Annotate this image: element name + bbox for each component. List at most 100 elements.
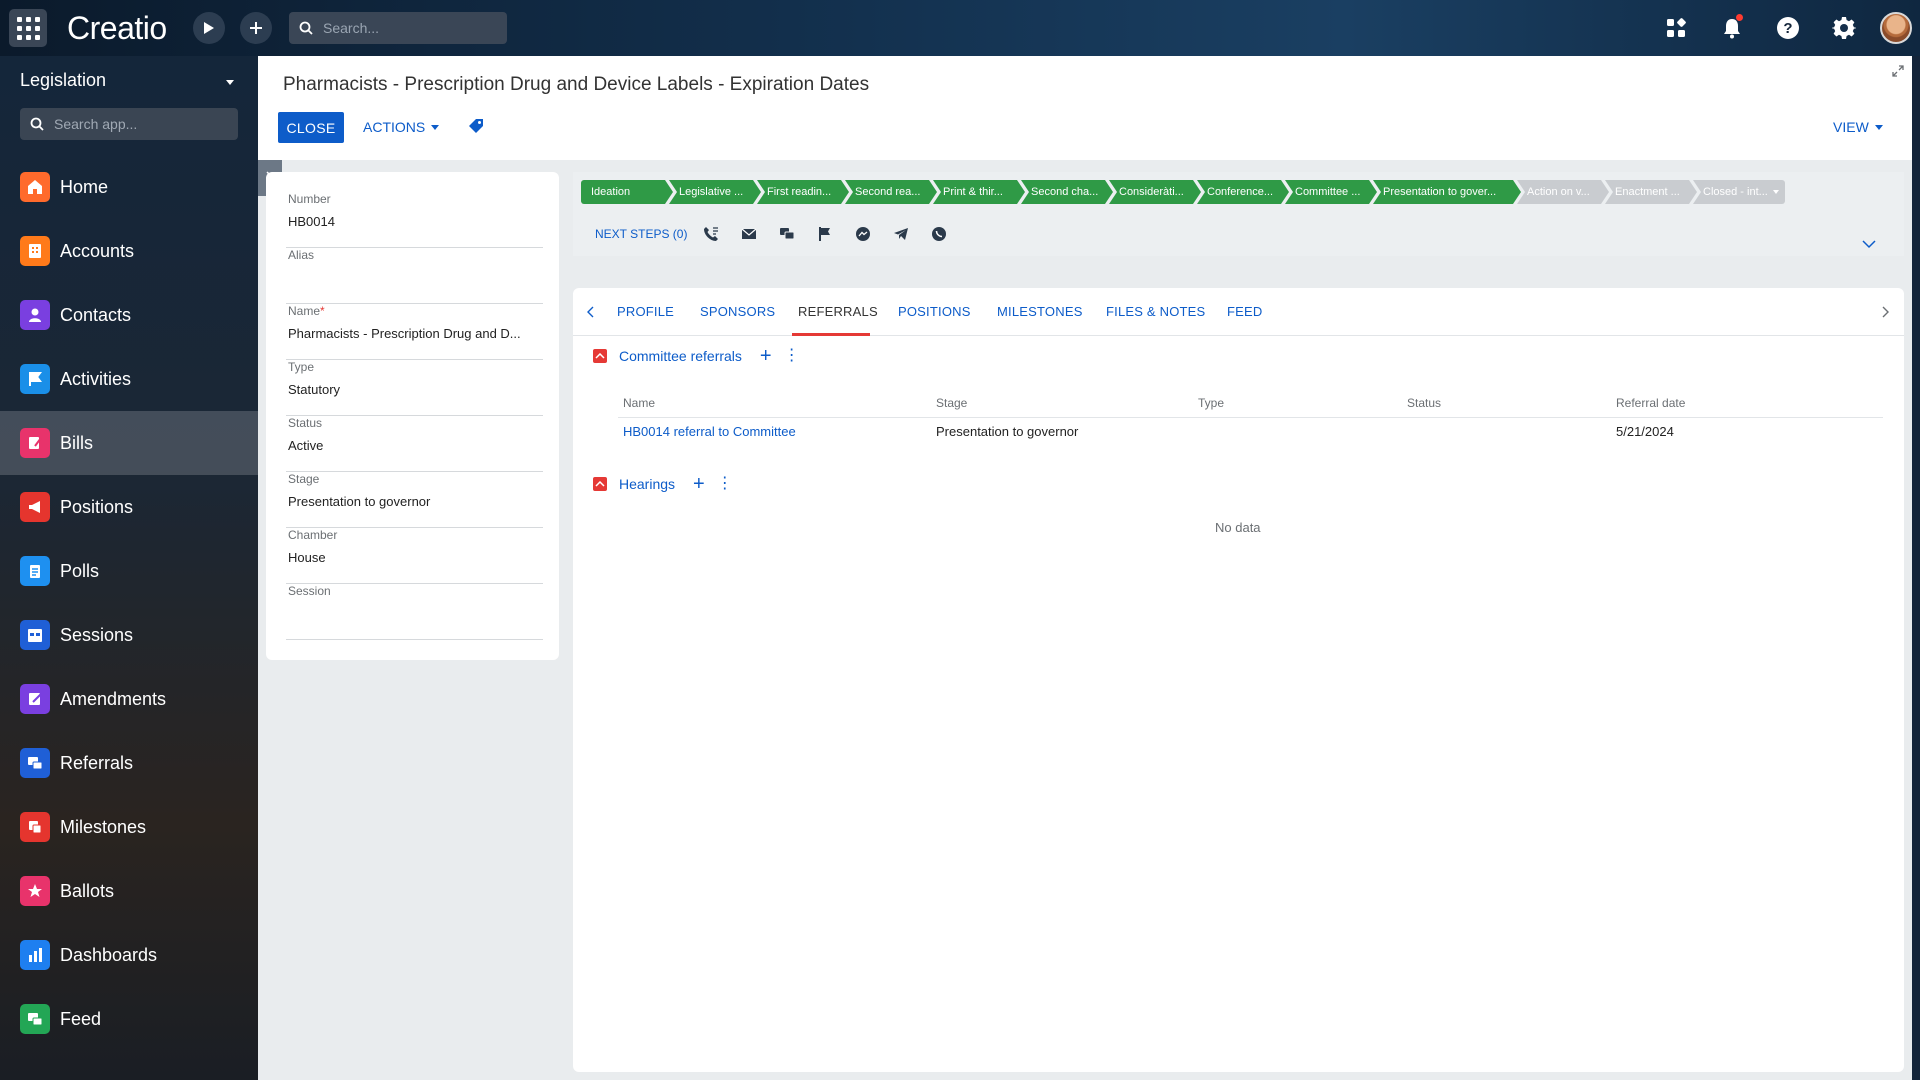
- tag-icon[interactable]: [468, 118, 484, 139]
- notifications-bell-icon[interactable]: [1718, 14, 1746, 42]
- committee-referrals-title[interactable]: Committee referrals: [619, 348, 742, 364]
- calendar-icon: [20, 620, 50, 650]
- stage-step[interactable]: Committee ...: [1285, 180, 1377, 204]
- tab-files-notes[interactable]: FILES & NOTES: [1106, 304, 1205, 319]
- sidebar-item-positions[interactable]: Positions: [0, 475, 258, 539]
- type-field[interactable]: Type Statutory: [286, 360, 543, 416]
- collapse-section-chevron-up-icon[interactable]: [593, 349, 607, 363]
- close-button[interactable]: CLOSE: [278, 112, 344, 143]
- settings-gear-icon[interactable]: [1830, 14, 1858, 42]
- stage-step[interactable]: Second cha...: [1021, 180, 1113, 204]
- sidebar-item-sessions[interactable]: Sessions: [0, 603, 258, 667]
- flag-icon[interactable]: [815, 224, 835, 244]
- workplace-title[interactable]: Legislation: [20, 70, 106, 91]
- building-icon: [20, 236, 50, 266]
- column-header-referral-date[interactable]: Referral date: [1616, 396, 1685, 410]
- number-field[interactable]: Number HB0014: [286, 192, 543, 248]
- star-icon: [20, 876, 50, 906]
- referral-name-link[interactable]: HB0014 referral to Committee: [623, 424, 796, 439]
- sidebar-item-activities[interactable]: Activities: [0, 347, 258, 411]
- stage-step[interactable]: Ideation: [581, 180, 673, 204]
- sidebar-item-accounts[interactable]: Accounts: [0, 219, 258, 283]
- add-hearing-plus-icon[interactable]: +: [693, 474, 705, 494]
- sidebar-item-label: Milestones: [60, 816, 147, 837]
- chamber-value: House: [288, 550, 326, 565]
- expand-icon[interactable]: [1892, 64, 1904, 82]
- user-avatar[interactable]: [1880, 12, 1912, 44]
- actions-button[interactable]: ACTIONS: [363, 119, 440, 135]
- expand-stages-chevron-down-icon[interactable]: [1861, 236, 1877, 254]
- sidebar-item-feed[interactable]: Feed: [0, 987, 258, 1051]
- stage-field[interactable]: Stage Presentation to governor: [286, 472, 543, 528]
- add-button[interactable]: [240, 12, 272, 44]
- next-steps-link[interactable]: NEXT STEPS (0): [595, 227, 687, 241]
- alias-field[interactable]: Alias: [286, 248, 543, 304]
- more-options-kebab-icon[interactable]: ⋮: [717, 476, 733, 492]
- stage-step[interactable]: Print & thir...: [933, 180, 1025, 204]
- stage-step[interactable]: Legislative ...: [669, 180, 761, 204]
- app-search-input[interactable]: Search app...: [20, 108, 238, 140]
- stage-step[interactable]: Presentation to gover...: [1373, 180, 1521, 204]
- tab-sponsors[interactable]: SPONSORS: [700, 304, 775, 319]
- tab-milestones[interactable]: MILESTONES: [997, 304, 1083, 319]
- sidebar-item-polls[interactable]: Polls: [0, 539, 258, 603]
- messenger-icon[interactable]: [853, 224, 873, 244]
- sidebar-item-home[interactable]: Home: [0, 155, 258, 219]
- sidebar-item-referrals[interactable]: Referrals: [0, 731, 258, 795]
- stage-step[interactable]: Second rea...: [845, 180, 937, 204]
- run-process-button[interactable]: [193, 12, 225, 44]
- type-label: Type: [288, 360, 315, 374]
- stage-step[interactable]: Closed - int...: [1693, 180, 1785, 204]
- sidebar-item-amendments[interactable]: Amendments: [0, 667, 258, 731]
- column-header-stage[interactable]: Stage: [936, 396, 967, 410]
- bar-chart-icon: [20, 940, 50, 970]
- status-field[interactable]: Status Active: [286, 416, 543, 472]
- creatio-logo[interactable]: Creatio: [67, 10, 167, 47]
- session-field[interactable]: Session: [286, 584, 543, 640]
- sidebar-item-bills[interactable]: Bills: [0, 411, 258, 475]
- sidebar-item-dashboards[interactable]: Dashboards: [0, 923, 258, 987]
- column-header-name[interactable]: Name: [623, 396, 655, 410]
- stage-step[interactable]: Action on v...: [1517, 180, 1609, 204]
- main-area: Pharmacists - Prescription Drug and Devi…: [258, 56, 1912, 1080]
- stage-step[interactable]: Consideràti...: [1109, 180, 1201, 204]
- workplace-chevron-down-icon[interactable]: [226, 80, 234, 85]
- hearings-title[interactable]: Hearings: [619, 476, 675, 492]
- column-header-status[interactable]: Status: [1407, 396, 1441, 410]
- table-row[interactable]: HB0014 referral to Committee Presentatio…: [618, 424, 1883, 446]
- sidebar-item-label: Dashboards: [60, 944, 158, 965]
- stage-step[interactable]: Enactment ...: [1605, 180, 1697, 204]
- telegram-icon[interactable]: [891, 224, 911, 244]
- apps-grid-icon[interactable]: [1662, 14, 1690, 42]
- status-value: Active: [288, 438, 324, 453]
- view-button[interactable]: VIEW: [1833, 119, 1883, 135]
- more-options-kebab-icon[interactable]: ⋮: [784, 348, 800, 364]
- stage-step[interactable]: Conference...: [1197, 180, 1289, 204]
- sidebar-item-label: Positions: [60, 496, 134, 517]
- collapse-section-chevron-up-icon[interactable]: [593, 477, 607, 491]
- tab-positions[interactable]: POSITIONS: [898, 304, 971, 319]
- phone-icon[interactable]: [701, 224, 721, 244]
- sidebar-item-label: Bills: [60, 432, 94, 453]
- whatsapp-icon[interactable]: [929, 224, 949, 244]
- sidebar-item-milestones[interactable]: Milestones: [0, 795, 258, 859]
- sidebar-item-ballots[interactable]: Ballots: [0, 859, 258, 923]
- name-field[interactable]: Name* Pharmacists - Prescription Drug an…: [286, 304, 543, 360]
- app-launcher-icon[interactable]: [9, 9, 47, 47]
- tabs-scroll-right-icon[interactable]: [1877, 302, 1893, 322]
- stage-step[interactable]: First readin...: [757, 180, 849, 204]
- tab-referrals[interactable]: REFERRALS: [798, 304, 878, 319]
- tab-feed[interactable]: FEED: [1227, 304, 1262, 319]
- stage-more-chevron-down-icon[interactable]: [1773, 190, 1779, 194]
- add-referral-plus-icon[interactable]: +: [760, 346, 772, 366]
- global-search-input[interactable]: Search...: [289, 12, 507, 44]
- chat-icon[interactable]: [777, 224, 797, 244]
- tab-profile[interactable]: PROFILE: [617, 304, 674, 319]
- help-icon[interactable]: ?: [1774, 14, 1802, 42]
- chamber-field[interactable]: Chamber House: [286, 528, 543, 584]
- sidebar-item-contacts[interactable]: Contacts: [0, 283, 258, 347]
- email-icon[interactable]: [739, 224, 759, 244]
- tabs-scroll-left-icon[interactable]: [583, 302, 599, 322]
- column-header-type[interactable]: Type: [1198, 396, 1224, 410]
- referral-stage: Presentation to governor: [936, 424, 1079, 439]
